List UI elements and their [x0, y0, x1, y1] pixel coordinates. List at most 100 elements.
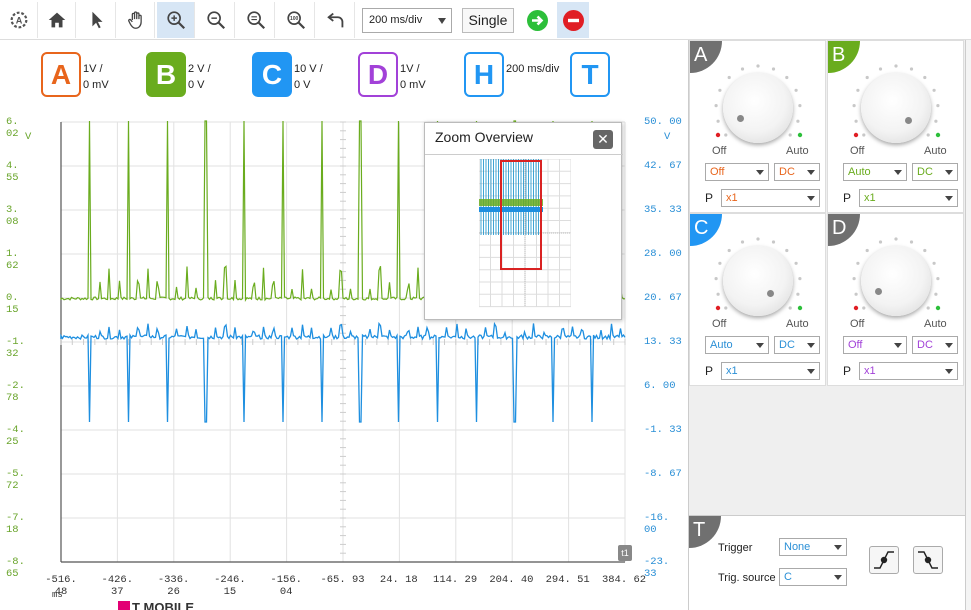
y-left-tick-label: -2. 78 [6, 380, 25, 404]
zoom-trace-c [479, 207, 543, 212]
probe-label: P [705, 364, 714, 378]
time-marker-t1[interactable]: t1 [618, 545, 632, 561]
probe-select[interactable]: x1 [721, 362, 820, 380]
x-tick-label: -65. 93 [320, 574, 365, 586]
y-left-tick-label: 3. 08 [6, 204, 19, 228]
channel-coupling-select[interactable]: DC [912, 336, 958, 354]
y-left-tick-label: 4. 55 [6, 160, 19, 184]
close-icon[interactable]: ✕ [593, 130, 613, 149]
knob-off-label: Off [712, 318, 727, 330]
x-tick-label: 114. 29 [433, 574, 478, 586]
falling-edge-button[interactable] [913, 546, 943, 574]
channel-mode-select[interactable]: Auto [705, 336, 769, 354]
tmobile-logo-icon [118, 601, 130, 610]
trigger-settings: T Trigger None Trig. source C [689, 515, 966, 610]
rising-edge-icon [874, 551, 894, 569]
taskbar-item[interactable]: T MOBILE [118, 601, 194, 610]
chevron-down-icon [807, 369, 815, 374]
zoom-trace-b [479, 199, 543, 206]
chevron-down-icon [756, 170, 764, 175]
channel-coupling-value: DC [779, 339, 795, 351]
y-right-tick-label: 42. 67 [644, 160, 682, 172]
chevron-down-icon [894, 343, 902, 348]
channel-coupling-value: DC [917, 166, 933, 178]
channel-knob[interactable] [861, 246, 931, 316]
y-right-tick-label: -8. 67 [644, 468, 682, 480]
channel-knob[interactable] [861, 73, 931, 143]
trigger-source-label: Trig. source [718, 572, 776, 584]
zoom-overview-panel: Zoom Overview ✕ [424, 122, 623, 320]
probe-select[interactable]: x1 [721, 189, 820, 207]
channel-mode-value: Off [710, 166, 725, 178]
knob-auto-label: Auto [786, 145, 809, 157]
y-right-tick-label: 50. 00 [644, 116, 682, 128]
probe-value: x1 [726, 192, 738, 204]
chevron-down-icon [807, 343, 815, 348]
x-tick-label: 294. 51 [545, 574, 590, 586]
chevron-down-icon [834, 575, 842, 580]
y-left-tick-label: 1. 62 [6, 248, 19, 272]
channel-mode-value: Auto [710, 339, 733, 351]
y-right-tick-label: 6. 00 [644, 380, 676, 392]
x-tick-label: -246. 15 [214, 574, 246, 598]
window-edge [965, 40, 971, 610]
y-right-tick-label: -16. 00 [644, 512, 670, 536]
chevron-down-icon [807, 170, 815, 175]
taskbar-text: T MOBILE [132, 601, 195, 610]
channel-mode-value: Off [848, 339, 863, 351]
channel-mode-select[interactable]: Off [705, 163, 769, 181]
x-tick-label: -156. 04 [270, 574, 302, 598]
channel-coupling-value: DC [779, 166, 795, 178]
y-right-tick-label: -1. 33 [644, 424, 682, 436]
y-right-tick-label: 13. 33 [644, 336, 682, 348]
probe-label: P [843, 191, 852, 205]
knob-auto-label: Auto [786, 318, 809, 330]
rising-edge-button[interactable] [869, 546, 899, 574]
taskbar [0, 598, 688, 610]
y-left-tick-label: -5. 72 [6, 468, 25, 492]
knob-off-label: Off [712, 145, 727, 157]
trigger-label: Trigger [718, 542, 753, 554]
channel-knob[interactable] [723, 246, 793, 316]
y-left-tick-label: -8. 65 [6, 556, 25, 580]
probe-value: x1 [726, 365, 738, 377]
chevron-down-icon [945, 196, 953, 201]
zoom-overview-map[interactable] [479, 159, 571, 311]
trigger-section-letter: T [689, 516, 721, 548]
chevron-down-icon [834, 545, 842, 550]
chevron-down-icon [945, 170, 953, 175]
y-right-tick-label: 35. 33 [644, 204, 682, 216]
falling-edge-icon [918, 551, 938, 569]
zoom-overview-title: Zoom Overview [435, 129, 534, 145]
channel-coupling-select[interactable]: DC [774, 163, 820, 181]
chevron-down-icon [807, 196, 815, 201]
probe-select[interactable]: x1 [859, 189, 958, 207]
trigger-select[interactable]: None [779, 538, 847, 556]
y-left-tick-label: -4. 25 [6, 424, 25, 448]
channel-mode-select[interactable]: Off [843, 336, 907, 354]
channel-knob[interactable] [723, 73, 793, 143]
y-right-tick-label: 28. 00 [644, 248, 682, 260]
channel-mode-select[interactable]: Auto [843, 163, 907, 181]
y-left-tick-label: 6. 02 [6, 116, 19, 140]
channel-settings-panel: A Off Auto Off DC Px1 B Off Auto Auto DC Px1 C Off Aut… [688, 40, 966, 610]
chevron-down-icon [945, 369, 953, 374]
x-tick-label: 24. 18 [379, 574, 418, 586]
y-left-tick-label: -7. 18 [6, 512, 25, 536]
channel-mode-value: Auto [848, 166, 871, 178]
probe-label: P [843, 364, 852, 378]
knob-auto-label: Auto [924, 318, 947, 330]
channel-coupling-select[interactable]: DC [774, 336, 820, 354]
knob-auto-label: Auto [924, 145, 947, 157]
y-right-tick-label: -23. 33 [644, 556, 670, 580]
trigger-value: None [784, 541, 811, 553]
knob-off-label: Off [850, 318, 865, 330]
trigger-source-select[interactable]: C [779, 568, 847, 586]
x-tick-label: -426. 37 [101, 574, 134, 598]
probe-select[interactable]: x1 [859, 362, 958, 380]
channel-panel-d: D Off Auto Off DC Px1 [827, 213, 964, 386]
channel-coupling-select[interactable]: DC [912, 163, 958, 181]
probe-label: P [705, 191, 714, 205]
channel-panel-c: C Off Auto Auto DC Px1 [689, 213, 826, 386]
channel-panel-a: A Off Auto Off DC Px1 [689, 40, 826, 213]
